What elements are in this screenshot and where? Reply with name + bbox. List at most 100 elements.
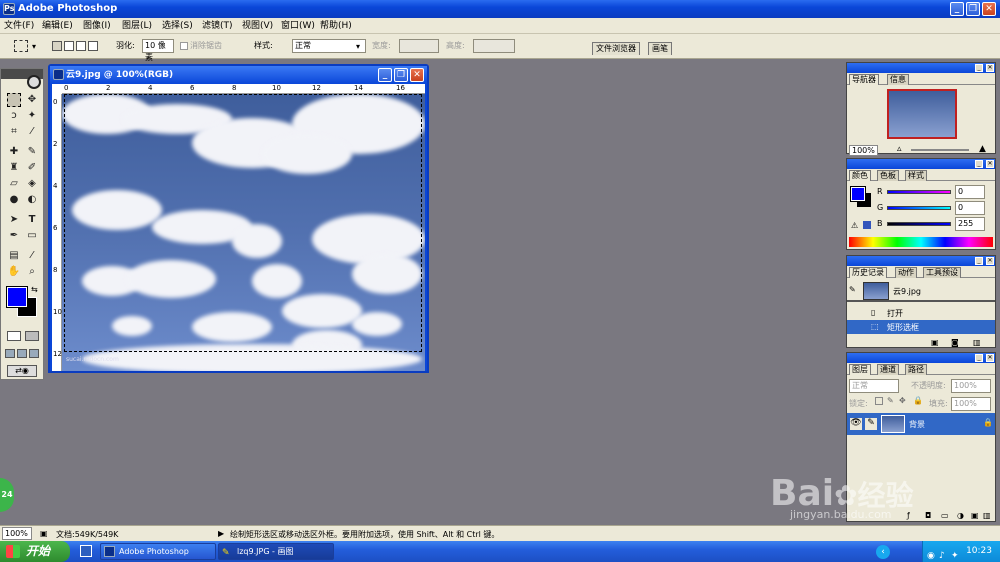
menu-select[interactable]: 选择(S) [162,20,193,32]
trash-icon[interactable]: ▥ [983,511,991,520]
adjustment-layer-icon[interactable]: ◑ [957,511,964,520]
new-document-icon[interactable]: ▣ [931,338,939,347]
foreground-color-swatch[interactable] [6,286,28,308]
width-input[interactable] [399,39,439,53]
tab-info[interactable]: 信息 [887,74,909,85]
opacity-input[interactable]: 100% [951,379,991,393]
brush-tool-icon[interactable]: ✎ [25,145,39,159]
panel-title-bar[interactable]: _ ✕ [847,256,995,266]
status-zoom-input[interactable]: 100% [2,527,32,540]
path-select-tool-icon[interactable]: ➤ [7,213,21,227]
color-foreground-swatch[interactable] [850,186,866,202]
zoom-slider[interactable] [911,149,969,151]
tab-paths[interactable]: 路径 [905,364,927,375]
panel-title-bar[interactable]: _ ✕ [847,63,995,73]
standard-mode-icon[interactable] [7,331,21,341]
menu-file[interactable]: 文件(F) [4,20,34,32]
notes-tool-icon[interactable]: ▤ [7,249,21,263]
intersect-selection-icon[interactable] [88,41,98,51]
tab-channels[interactable]: 通道 [877,364,899,375]
panel-close-icon[interactable]: ✕ [986,354,994,362]
task-paint[interactable]: ✎ lzq9.JPG - 画图 [218,543,334,560]
history-item[interactable]: ⬚ 矩形选框 [847,320,995,334]
rect-marquee-tool-icon[interactable] [7,93,21,107]
marquee-tool-preset-icon[interactable] [14,40,28,52]
dodge-tool-icon[interactable]: ◐ [25,193,39,207]
add-selection-icon[interactable] [64,41,74,51]
tray-network-icon[interactable]: ◉ [927,546,935,562]
history-item[interactable]: ▯ 打开 [847,306,995,320]
new-layer-icon[interactable]: ▣ [971,511,979,520]
panel-title-bar[interactable]: _ ✕ [847,353,995,363]
tab-actions[interactable]: 动作 [895,267,917,278]
tray-clock[interactable]: 10:23 [966,546,992,556]
screen-mode-2-icon[interactable] [17,349,27,358]
trash-icon[interactable]: ▥ [973,338,981,347]
lock-transparency-icon[interactable] [875,397,883,405]
tab-tool-presets[interactable]: 工具预设 [923,267,961,278]
canvas-area[interactable]: 0 2 4 6 8 10 12 14 16 0 2 4 6 8 10 12 su… [52,84,425,371]
zoom-out-icon[interactable]: ▵ [897,144,902,154]
quicklaunch-desktop-icon[interactable] [80,545,92,557]
clone-stamp-tool-icon[interactable]: ♜ [7,161,21,175]
subtract-selection-icon[interactable] [76,41,86,51]
tab-brushes[interactable]: 画笔 [648,42,672,55]
doc-maximize-button[interactable]: ❐ [394,68,408,82]
close-button[interactable]: ✕ [982,2,996,16]
menu-help[interactable]: 帮助(H) [320,20,352,32]
height-input[interactable] [473,39,515,53]
menu-filter[interactable]: 滤镜(T) [202,20,233,32]
tab-layers[interactable]: 图层 [849,364,871,375]
zoom-tool-icon[interactable]: ⌕ [25,265,39,279]
panel-close-icon[interactable]: ✕ [986,257,994,265]
start-button[interactable]: 开始 [0,541,70,562]
lock-all-icon[interactable]: 🔒 [913,396,923,405]
tab-swatches[interactable]: 色板 [877,170,899,181]
magic-wand-tool-icon[interactable]: ✦ [25,109,39,123]
feather-input[interactable]: 10 像素 [142,39,174,62]
panel-close-icon[interactable]: ✕ [986,64,994,72]
channel-r-slider[interactable] [887,190,951,194]
panel-minimize-icon[interactable]: _ [975,257,983,265]
lasso-tool-icon[interactable]: ↄ [7,109,21,123]
menu-layer[interactable]: 图层(L) [122,20,152,32]
photoshop-eye-icon[interactable] [27,75,41,89]
screen-mode-1-icon[interactable] [5,349,15,358]
hand-tool-icon[interactable]: ✋ [7,265,21,279]
selection-marquee[interactable] [64,94,422,352]
healing-brush-tool-icon[interactable]: ✚ [7,145,21,159]
menu-view[interactable]: 视图(V) [242,20,273,32]
chevron-down-icon[interactable]: ▾ [32,42,36,51]
gamut-warning-icon[interactable]: ⚠ [851,221,858,230]
zoom-in-icon[interactable]: ▲ [979,144,986,154]
history-brush-tool-icon[interactable]: ✐ [25,161,39,175]
tray-volume-icon[interactable]: ♪ [939,546,945,562]
move-tool-icon[interactable]: ✥ [25,93,39,107]
minimize-button[interactable]: _ [950,2,964,16]
pen-tool-icon[interactable]: ✒ [7,229,21,243]
task-photoshop[interactable]: Adobe Photoshop [100,543,216,560]
green-badge[interactable]: 24 [0,478,14,512]
layer-visibility-eye-icon[interactable]: 👁 [850,418,862,430]
type-tool-icon[interactable]: T [25,213,39,227]
lock-move-icon[interactable]: ✥ [899,396,906,405]
paint-bucket-tool-icon[interactable]: ◈ [25,177,39,191]
menu-window[interactable]: 窗口(W) [281,20,315,32]
tab-navigator[interactable]: 导航器 [849,74,879,85]
blend-mode-select[interactable]: 正常 [849,379,899,393]
panel-close-icon[interactable]: ✕ [986,160,994,168]
layer-mask-icon[interactable]: ◘ [925,511,931,520]
panel-minimize-icon[interactable]: _ [975,64,983,72]
swap-colors-icon[interactable]: ⇆ [31,285,38,294]
layer-brush-icon[interactable]: ✎ [865,418,877,430]
navigator-zoom[interactable]: 100% [849,145,878,156]
tab-file-browser[interactable]: 文件浏览器 [592,42,640,55]
lock-brush-icon[interactable]: ✎ [887,396,894,405]
slice-tool-icon[interactable]: ⁄ [25,125,39,139]
tray-expand-icon[interactable]: ‹ [876,545,890,559]
channel-b-input[interactable]: 255 [955,217,985,231]
channel-g-input[interactable]: 0 [955,201,985,215]
crop-tool-icon[interactable]: ⌗ [7,125,21,139]
blur-tool-icon[interactable]: ● [7,193,21,207]
maximize-button[interactable]: ❐ [966,2,980,16]
